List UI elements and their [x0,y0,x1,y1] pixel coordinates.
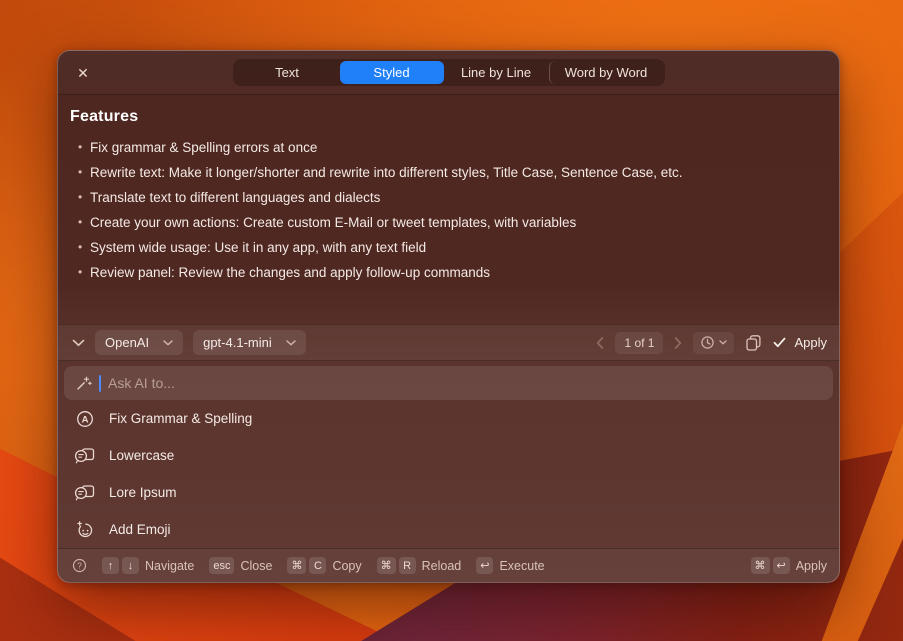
shortcut-execute: ↩ Execute [476,557,544,574]
keycap-command: ⌘ [377,557,396,574]
close-icon: ✕ [77,65,89,82]
check-icon [773,337,786,348]
keycap-arrow-up: ↑ [102,557,119,574]
bullet-icon: • [78,135,90,160]
tab-styled[interactable]: Styled [340,61,444,84]
keycap-r: R [399,557,416,574]
bullet-icon: • [78,260,90,285]
page-indicator: 1 of 1 [615,332,663,354]
collapse-button[interactable] [72,339,85,347]
action-lore-ipsum[interactable]: Lore Ipsum [58,474,839,511]
text-cursor [99,375,101,392]
shortcut-navigate: ↑ ↓ Navigate [102,557,194,574]
chevron-right-icon [674,337,682,349]
features-title: Features [70,108,827,126]
input-placeholder: Ask AI to... [108,375,175,391]
keycap-return: ↩ [476,557,493,574]
prompt-row: Ask AI to... [58,361,839,400]
bullet-icon: • [78,160,90,185]
feature-item: •Review panel: Review the changes and ap… [70,260,827,285]
feature-item: •Rewrite text: Make it longer/shorter an… [70,160,827,185]
text-bubble-icon [74,482,96,504]
tab-text[interactable]: Text [235,61,340,84]
keycap-c: C [309,557,326,574]
provider-dropdown[interactable]: OpenAI [95,330,183,355]
copy-icon [745,334,762,352]
chevron-down-icon [286,340,296,346]
previous-result-button[interactable] [596,337,604,349]
tab-line-by-line[interactable]: Line by Line [444,61,549,84]
action-fix-grammar[interactable]: A Fix Grammar & Spelling [58,400,839,437]
tab-word-by-word[interactable]: Word by Word [549,61,663,84]
features-list: •Fix grammar & Spelling errors at once •… [70,135,827,285]
svg-text:A: A [82,414,89,425]
feature-item: •Fix grammar & Spelling errors at once [70,135,827,160]
history-clock-icon [700,335,715,350]
next-result-button[interactable] [674,337,682,349]
close-button[interactable]: ✕ [70,51,96,95]
bullet-icon: • [78,210,90,235]
toolbar-right: 1 of 1 [596,332,827,354]
shortcut-close: esc Close [209,557,272,574]
bullet-icon: • [78,185,90,210]
chevron-down-icon [72,339,85,347]
keycap-esc: esc [209,557,234,574]
model-toolbar: OpenAI gpt-4.1-mini 1 of 1 [58,324,839,361]
shortcut-reload: ⌘ R Reload [377,557,462,574]
action-list: A Fix Grammar & Spelling Lowercase Lore … [58,400,839,548]
chevron-down-icon [163,340,173,346]
keycap-command: ⌘ [751,557,770,574]
feature-item: •System wide usage: Use it in any app, w… [70,235,827,260]
ask-ai-input[interactable]: Ask AI to... [64,366,833,400]
keycap-command: ⌘ [287,557,306,574]
ai-command-panel: ✕ Text Styled Line by Line Word by Word … [57,50,840,583]
apply-button[interactable]: Apply [773,335,827,350]
copy-result-button[interactable] [745,334,762,352]
keycap-return: ↩ [773,557,790,574]
feature-item: •Translate text to different languages a… [70,185,827,210]
text-bubble-icon [74,445,96,467]
svg-text:?: ? [77,561,82,571]
bullet-icon: • [78,235,90,260]
history-dropdown[interactable] [693,332,734,354]
emoji-sparkle-icon [74,519,96,541]
chevron-down-icon [719,340,727,345]
chevron-left-icon [596,337,604,349]
shortcut-bar: ? ↑ ↓ Navigate esc Close ⌘ C Copy ⌘ [58,548,839,582]
grammar-check-icon: A [74,408,96,430]
keycap-arrow-down: ↓ [122,557,139,574]
action-lowercase[interactable]: Lowercase [58,437,839,474]
model-dropdown[interactable]: gpt-4.1-mini [193,330,306,355]
shortcut-apply: ⌘ ↩ Apply [751,557,828,574]
action-add-emoji[interactable]: Add Emoji [58,511,839,548]
view-mode-segmented-control: Text Styled Line by Line Word by Word [233,59,665,86]
magic-wand-icon [75,375,92,392]
shortcut-copy: ⌘ C Copy [287,557,361,574]
question-circle-icon: ? [72,558,87,573]
title-bar: ✕ Text Styled Line by Line Word by Word [58,51,839,95]
help-button[interactable]: ? [72,558,87,573]
features-section: Features •Fix grammar & Spelling errors … [58,95,839,324]
feature-item: •Create your own actions: Create custom … [70,210,827,235]
